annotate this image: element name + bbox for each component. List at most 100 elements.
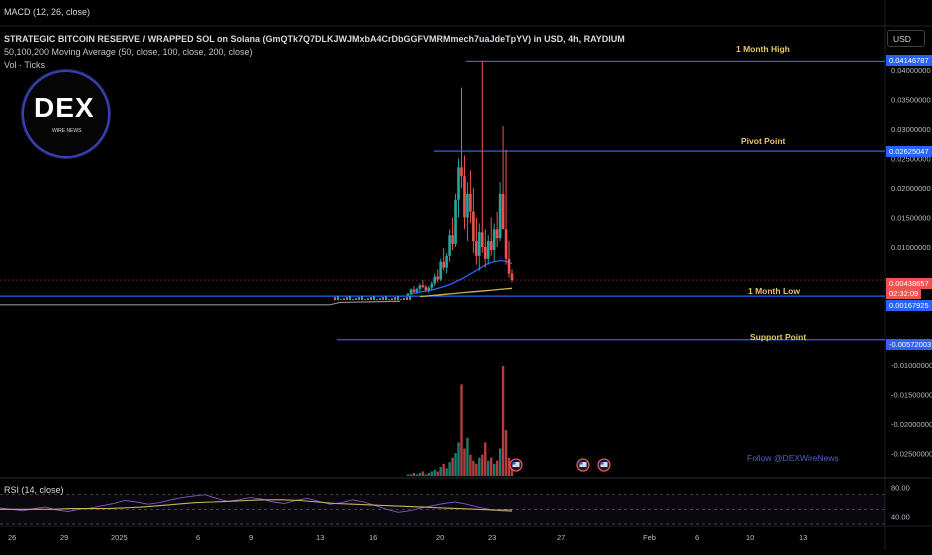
time-tick-label: 6	[695, 533, 699, 542]
volume-bar	[442, 463, 445, 476]
volume-bar	[469, 454, 472, 476]
volume-bar	[466, 437, 469, 476]
event-flag-canton	[579, 462, 583, 465]
rsi-indicator-label[interactable]: RSI (14, close)	[4, 485, 64, 495]
candle-body	[480, 232, 484, 247]
time-tick-label: 13	[799, 533, 807, 542]
candle-body	[466, 193, 469, 218]
macd-indicator-label[interactable]: MACD (12, 26, close)	[4, 7, 90, 17]
chart-background	[0, 0, 932, 550]
candle-body	[504, 229, 508, 259]
price-tick-label: 0.02000000	[891, 184, 931, 193]
baseline-candle	[361, 296, 363, 301]
time-tick-label: 26	[8, 533, 16, 542]
price-tick-label: -0.02000000	[891, 420, 932, 429]
candle-body	[469, 193, 472, 212]
time-tick-label: 9	[249, 533, 253, 542]
baseline-candle	[352, 299, 354, 301]
volume-bar	[433, 469, 436, 476]
baseline-candle	[367, 298, 369, 301]
time-tick-label: 20	[436, 533, 444, 542]
candle-body	[421, 285, 425, 288]
price-tag-support-point: -0.00572003	[886, 339, 932, 350]
candle-body	[483, 247, 487, 259]
baseline-candle	[394, 297, 396, 301]
baseline-candle	[391, 298, 393, 301]
volume-bar	[463, 448, 466, 476]
baseline-candle	[343, 298, 345, 301]
price-tag-1-month-high: 0.04146787	[886, 55, 932, 66]
baseline-candle	[340, 299, 342, 301]
chart-title: STRATEGIC BITCOIN RESERVE / WRAPPED SOL …	[4, 34, 625, 44]
currency-button[interactable]: USD	[887, 30, 925, 47]
price-tick-label: -0.01500000	[891, 391, 932, 400]
candle-body	[412, 289, 416, 292]
candle-body	[427, 287, 431, 291]
baseline-candle	[355, 298, 357, 301]
volume-bar	[415, 474, 419, 476]
candle-body	[492, 229, 496, 250]
volume-bar	[409, 474, 413, 476]
volume-bar	[478, 457, 481, 476]
volume-bar	[498, 448, 502, 476]
volume-bar	[430, 471, 433, 476]
candle-body	[489, 241, 493, 250]
volume-bar	[472, 460, 475, 476]
candle-body	[501, 193, 505, 230]
moving-average-label[interactable]: 50,100,200 Moving Average (50, close, 10…	[4, 47, 253, 57]
logo-subtext: WIRE NEWS	[52, 128, 82, 134]
chart-svg: 0.040000000.035000000.030000000.02500000…	[0, 0, 932, 550]
volume-bar	[439, 466, 442, 476]
candle-body	[475, 241, 478, 256]
price-tick-label: 0.03000000	[891, 125, 931, 134]
volume-bar	[406, 474, 410, 476]
dex-logo: DEX WIRE NEWS	[24, 72, 108, 156]
volume-label[interactable]: Vol · Ticks	[4, 60, 45, 70]
time-tick-label: 16	[369, 533, 377, 542]
rsi-tick-label: 80.00	[891, 483, 910, 492]
candle-body	[445, 255, 448, 268]
candle-body	[418, 285, 422, 289]
price-tick-label: 0.04000000	[891, 66, 931, 75]
candle-body	[430, 283, 434, 288]
level-label-pivot-point: Pivot Point	[741, 136, 786, 146]
level-label-support-point: Support Point	[750, 332, 807, 342]
price-tag-1-month-low: 0.00167925	[886, 300, 932, 311]
volume-bar	[490, 457, 493, 476]
baseline-candle	[349, 296, 351, 301]
time-tick-label: 2025	[111, 533, 128, 542]
volume-bar	[427, 472, 430, 476]
time-tick-label: Feb	[643, 533, 656, 542]
candle-body	[406, 293, 410, 296]
candle-body	[457, 167, 460, 200]
candle-body	[451, 235, 454, 245]
baseline-candle	[364, 299, 366, 301]
baseline-candle	[346, 297, 348, 301]
volume-bar	[487, 460, 490, 476]
candle-body	[463, 176, 466, 218]
price-tag-pivot-point: 0.02625047	[886, 146, 932, 157]
volume-bar	[451, 457, 454, 476]
level-label-1-month-high: 1 Month High	[736, 44, 790, 54]
baseline-candle	[382, 297, 384, 301]
time-tick-label: 13	[316, 533, 324, 542]
baseline-candle	[379, 298, 381, 301]
candle-countdown-tag: 02:32:09	[886, 288, 922, 299]
candle-body	[415, 288, 419, 292]
candle-body	[442, 261, 445, 268]
baseline-candle	[385, 296, 387, 301]
price-tick-label: -0.02500000	[891, 450, 932, 459]
volume-bar	[445, 468, 448, 476]
time-tick-label: 29	[60, 533, 68, 542]
baseline-candle	[376, 299, 378, 301]
event-flag-canton	[512, 462, 516, 465]
candle-body	[439, 261, 442, 280]
volume-bar	[481, 454, 484, 476]
follow-text: Follow @DEXWireNews	[747, 453, 839, 463]
candle-body	[448, 235, 451, 256]
candle-body	[454, 199, 457, 245]
volume-bar	[424, 474, 428, 476]
volume-bar	[457, 442, 460, 476]
candle-body	[498, 193, 502, 239]
candle-body	[460, 167, 463, 177]
